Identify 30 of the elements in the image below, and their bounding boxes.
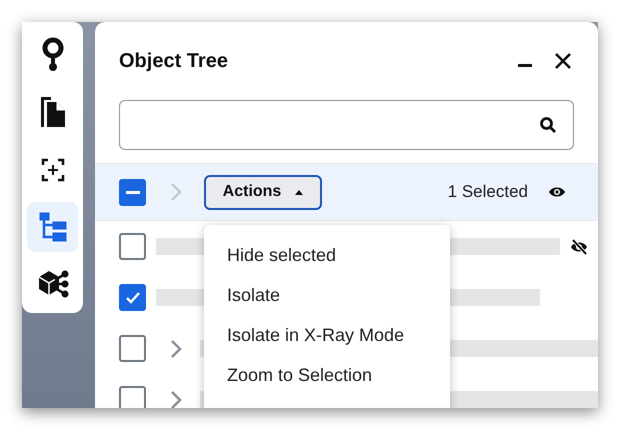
minimize-icon: [518, 64, 532, 66]
row-checkbox[interactable]: [119, 284, 146, 311]
menu-item[interactable]: Zoom to Selection: [204, 359, 450, 399]
check-icon: [126, 292, 140, 304]
row-checkbox[interactable]: [119, 386, 146, 408]
select-all-checkbox[interactable]: [119, 178, 146, 206]
cube-network-icon: [36, 269, 68, 300]
row-checkbox[interactable]: [119, 335, 146, 362]
documents-icon: [38, 96, 66, 128]
chevron-icon[interactable]: [170, 338, 182, 358]
close-button[interactable]: [554, 52, 572, 70]
menu-item[interactable]: Isolate: [204, 279, 450, 319]
row-checkbox[interactable]: [119, 233, 146, 260]
actions-button[interactable]: Actions: [204, 174, 322, 210]
dash-icon: [126, 190, 140, 194]
chevron-icon[interactable]: [170, 390, 182, 408]
menu-item[interactable]: Isolate in X-Ray Mode: [204, 319, 450, 359]
focus-add-icon: [40, 158, 64, 182]
menu-item[interactable]: Hide selected: [204, 239, 450, 279]
selected-count: 1 Selected: [448, 182, 528, 202]
search-icon: [539, 116, 557, 134]
caret-icon: [295, 190, 304, 194]
close-icon: [554, 52, 572, 70]
panel-title: Object Tree: [119, 50, 229, 72]
eye-slash-icon[interactable]: [570, 238, 588, 254]
eye-icon[interactable]: [548, 186, 566, 198]
chevron-icon: [170, 182, 182, 202]
pin-icon: [42, 36, 64, 73]
tree-icon: [38, 212, 66, 242]
search-field[interactable]: [119, 100, 574, 150]
